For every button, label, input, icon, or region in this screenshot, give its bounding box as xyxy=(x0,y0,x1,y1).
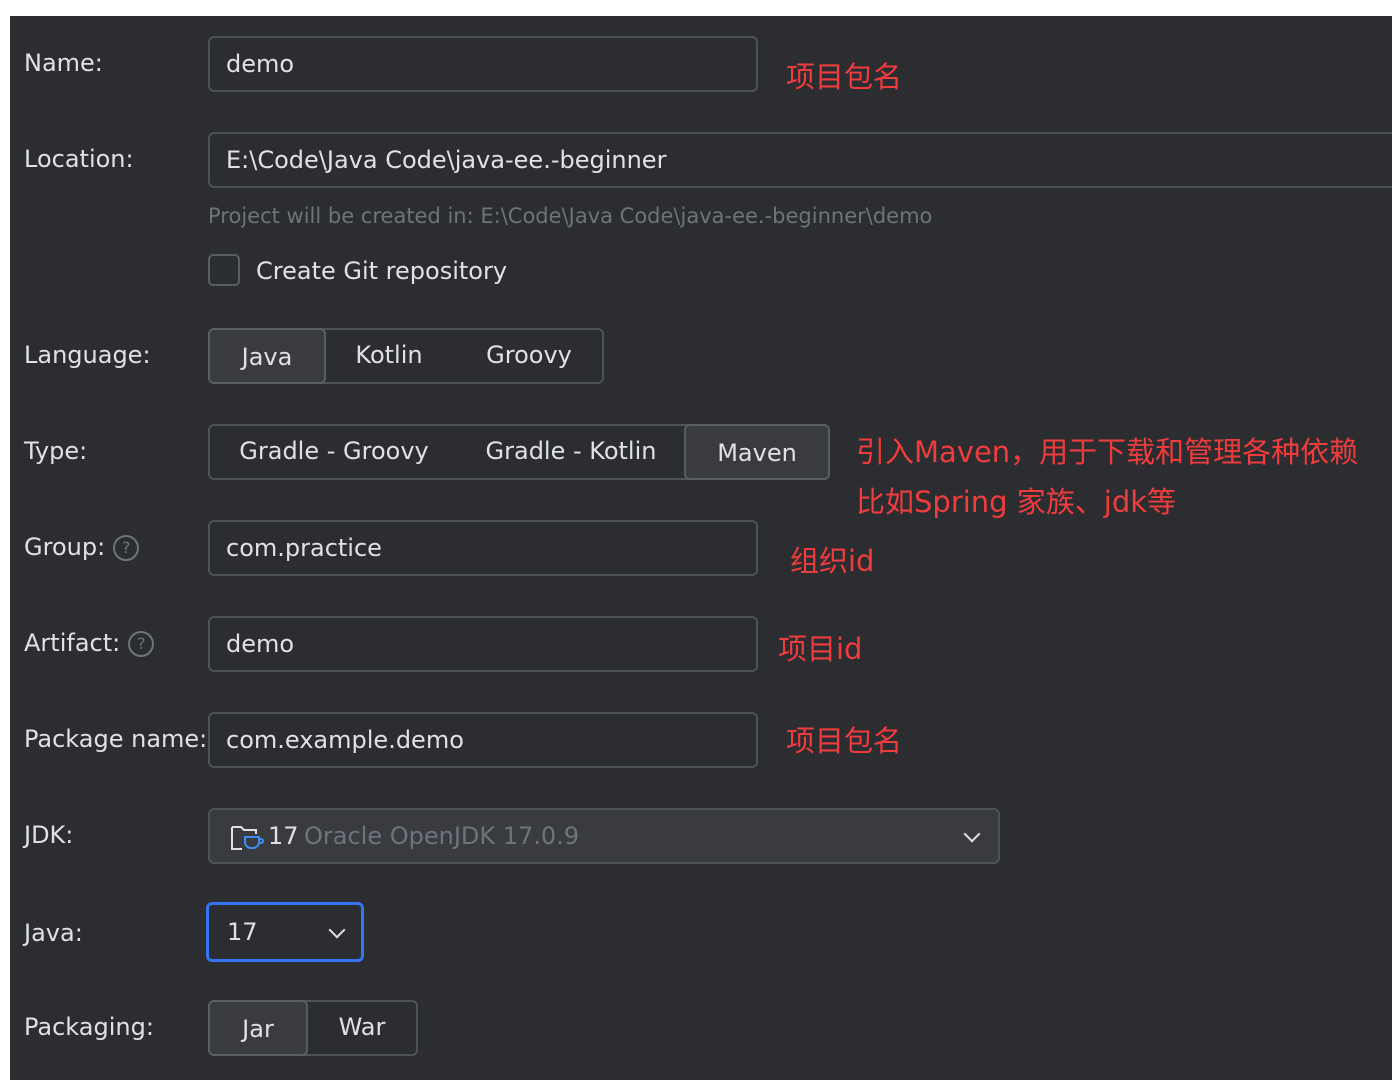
jdk-version: 17 xyxy=(268,822,299,850)
chevron-down-icon xyxy=(963,825,981,843)
location-input[interactable]: E:\Code\Java Code\java-ee.-beginner xyxy=(208,132,1392,188)
chevron-down-icon xyxy=(328,921,346,939)
packaging-selector: Jar War xyxy=(208,1000,418,1056)
name-annotation: 项目包名 xyxy=(786,60,903,94)
artifact-annotation: 项目id xyxy=(778,632,863,666)
type-label: Type: xyxy=(24,437,88,465)
artifact-label-text: Artifact: xyxy=(24,629,121,657)
type-option-gradle-groovy[interactable]: Gradle - Groovy xyxy=(210,424,458,480)
new-project-form: Name: demo 项目包名 Location: E:\Code\Java C… xyxy=(10,16,1392,1080)
language-option-kotlin[interactable]: Kotlin xyxy=(328,328,450,384)
java-version-dropdown[interactable]: 17 xyxy=(206,902,364,962)
package-name-annotation: 项目包名 xyxy=(786,724,903,758)
name-label: Name: xyxy=(24,49,103,77)
language-selector: Java Kotlin Groovy xyxy=(208,328,604,384)
packaging-option-jar[interactable]: Jar xyxy=(208,1000,308,1056)
group-label: Group:? xyxy=(24,531,140,563)
artifact-input[interactable]: demo xyxy=(208,616,758,672)
package-name-input[interactable]: com.example.demo xyxy=(208,712,758,768)
type-option-maven[interactable]: Maven xyxy=(684,424,830,480)
question-circle-icon[interactable]: ? xyxy=(128,631,155,657)
question-circle-icon[interactable]: ? xyxy=(113,535,140,561)
java-version-value: 17 xyxy=(227,918,258,946)
language-option-java[interactable]: Java xyxy=(208,328,326,384)
location-label: Location: xyxy=(24,145,134,173)
group-input[interactable]: com.practice xyxy=(208,520,758,576)
jdk-dropdown[interactable]: 17 Oracle OpenJDK 17.0.9 xyxy=(208,808,1000,864)
name-input[interactable]: demo xyxy=(208,36,758,92)
git-checkbox[interactable] xyxy=(208,254,240,286)
jdk-label: JDK: xyxy=(24,821,74,849)
language-label: Language: xyxy=(24,341,151,369)
git-checkbox-label[interactable]: Create Git repository xyxy=(256,255,507,287)
type-selector: Gradle - Groovy Gradle - Kotlin Maven xyxy=(208,424,830,480)
group-label-text: Group: xyxy=(24,533,106,561)
packaging-label: Packaging: xyxy=(24,1013,154,1041)
type-annotation-line2: 比如Spring 家族、jdk等 xyxy=(856,485,1177,519)
package-name-label: Package name: xyxy=(24,725,208,753)
language-option-groovy[interactable]: Groovy xyxy=(458,328,600,384)
type-option-gradle-kotlin[interactable]: Gradle - Kotlin xyxy=(458,424,684,480)
java-label: Java: xyxy=(24,919,83,947)
type-annotation-line1: 引入Maven，用于下载和管理各种依赖 xyxy=(856,435,1359,469)
packaging-option-war[interactable]: War xyxy=(308,1000,416,1056)
group-annotation: 组织id xyxy=(790,544,875,578)
location-hint: Project will be created in: E:\Code\Java… xyxy=(208,204,933,228)
jdk-detail: Oracle OpenJDK 17.0.9 xyxy=(304,822,580,850)
folder-cup-icon xyxy=(231,826,264,850)
artifact-label: Artifact:? xyxy=(24,627,155,659)
